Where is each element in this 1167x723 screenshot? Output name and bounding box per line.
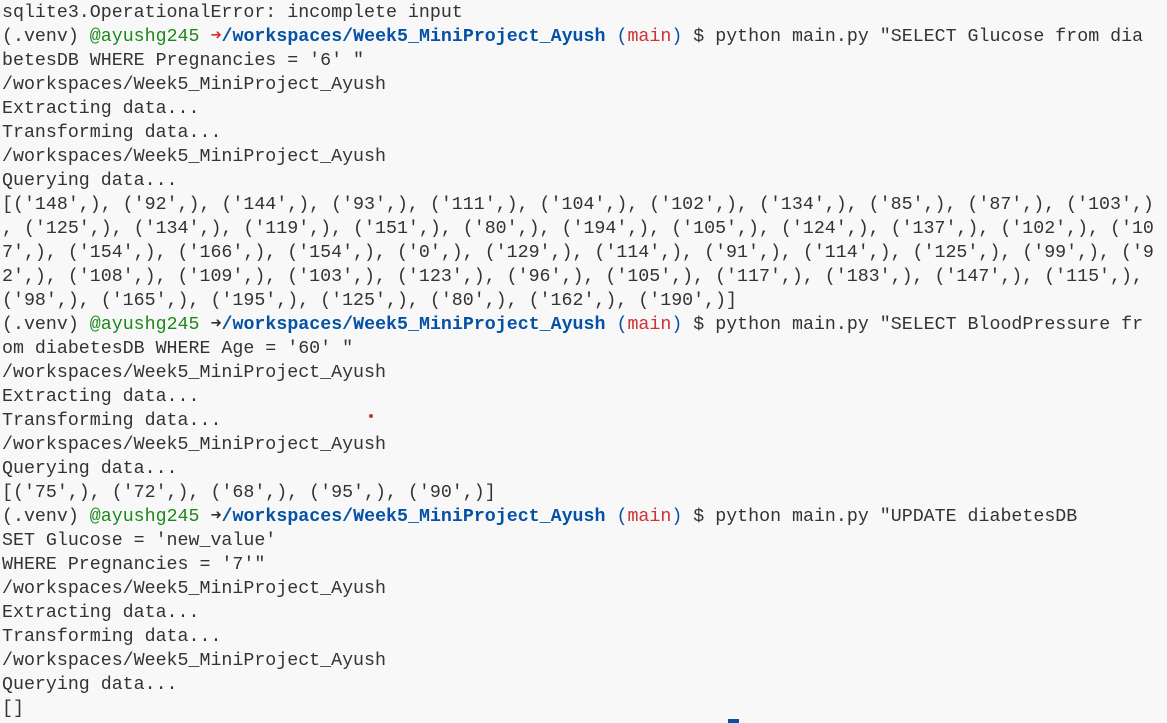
command-text: $ python main.py "SELECT BloodPressure f… [682,315,1144,335]
output-line: betesDB WHERE Pregnancies = '6' " [2,51,365,71]
branch-paren: ) [671,27,683,47]
prompt-line: (.venv) @ayushg245 ➜/workspaces/Week5_Mi… [2,25,1154,49]
output-line: /workspaces/Week5_MiniProject_Ayush [2,363,386,383]
git-branch: main [627,315,672,335]
working-directory: /workspaces/Week5_MiniProject_Ayush [221,315,606,335]
venv-label: (.venv) [2,27,79,47]
git-branch: main [627,27,672,47]
command-text: $ python main.py "SELECT Glucose from di… [682,27,1144,47]
venv-label: (.venv) [2,507,79,527]
output-line: om diabetesDB WHERE Age = '60' " [2,339,354,359]
output-line: Querying data... [2,675,178,695]
output-line: [] [2,699,24,719]
output-line: [('148',), ('92',), ('144',), ('93',), (… [2,195,1154,215]
output-line: 7',), ('154',), ('166',), ('154',), ('0'… [2,243,1154,263]
output-line: SET Glucose = 'new_value' [2,531,277,551]
output-line: Querying data... [2,459,178,479]
terminal-cursor [728,719,739,723]
working-directory: /workspaces/Week5_MiniProject_Ayush [221,507,606,527]
branch-paren: ( [616,507,628,527]
output-line: Transforming data... [2,627,222,647]
red-dot-marker [369,414,373,418]
output-line: , ('125',), ('134',), ('119',), ('151',)… [2,219,1154,239]
venv-label: (.venv) [2,315,79,335]
output-line: /workspaces/Week5_MiniProject_Ayush [2,435,386,455]
user-name: @ayushg245 [89,507,200,527]
user-name: @ayushg245 [89,27,200,47]
output-line: Extracting data... [2,99,200,119]
branch-paren: ) [671,507,683,527]
output-line: Extracting data... [2,603,200,623]
arrow-icon: ➜ [210,507,222,527]
git-branch: main [627,507,672,527]
branch-paren: ) [671,315,683,335]
branch-paren: ( [616,315,628,335]
command-text: $ python main.py "UPDATE diabetesDB [682,507,1078,527]
output-line: Extracting data... [2,387,200,407]
output-line: /workspaces/Week5_MiniProject_Ayush [2,579,386,599]
arrow-icon: ➜ [210,27,222,47]
output-line: Querying data... [2,171,178,191]
output-line: /workspaces/Week5_MiniProject_Ayush [2,651,386,671]
working-directory: /workspaces/Week5_MiniProject_Ayush [221,27,606,47]
output-line: Transforming data... [2,411,222,431]
output-line: ('98',), ('165',), ('195',), ('125',), (… [2,291,738,311]
output-line: /workspaces/Week5_MiniProject_Ayush [2,75,386,95]
output-line: WHERE Pregnancies = '7'" [2,555,266,575]
output-line: 2',), ('108',), ('109',), ('103',), ('12… [2,267,1143,287]
terminal-output[interactable]: sqlite3.OperationalError: incomplete inp… [2,1,1154,721]
user-name: @ayushg245 [89,315,200,335]
output-line: sqlite3.OperationalError: incomplete inp… [2,3,463,23]
output-line: Transforming data... [2,123,222,143]
branch-paren: ( [616,27,628,47]
output-line: [('75',), ('72',), ('68',), ('95',), ('9… [2,483,496,503]
arrow-icon: ➜ [210,315,222,335]
output-line: /workspaces/Week5_MiniProject_Ayush [2,147,386,167]
prompt-line: (.venv) @ayushg245 ➜/workspaces/Week5_Mi… [2,505,1154,529]
prompt-line: (.venv) @ayushg245 ➜/workspaces/Week5_Mi… [2,313,1154,337]
